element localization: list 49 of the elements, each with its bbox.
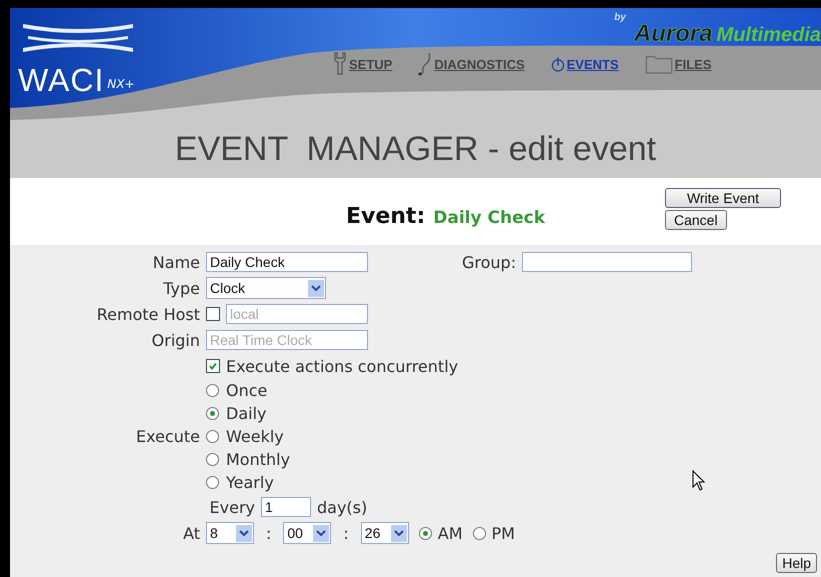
radio-label: Monthly — [226, 450, 290, 469]
radio-button[interactable] — [418, 526, 432, 540]
group-field[interactable] — [522, 252, 692, 272]
time-separator: : — [343, 524, 349, 542]
brand-name: Aurora — [634, 20, 713, 48]
radio-button[interactable] — [472, 526, 486, 540]
interval-field[interactable]: 1 — [261, 497, 311, 517]
type-dropdown[interactable]: Clock — [206, 277, 326, 299]
folder-icon — [644, 54, 673, 74]
brand-by: by — [614, 12, 626, 23]
radio-button[interactable] — [206, 430, 219, 443]
radio-button[interactable] — [206, 384, 219, 397]
checkbox-label: Execute actions concurrently — [226, 356, 458, 376]
cancel-button[interactable]: Cancel — [665, 210, 727, 230]
field-label: Group: — [462, 252, 516, 272]
radio-label: Weekly — [226, 427, 284, 446]
unit-label: day(s) — [317, 498, 368, 516]
wrench-icon — [333, 52, 347, 76]
field-label: Every — [208, 498, 255, 516]
second-dropdown[interactable]: 26 — [360, 522, 409, 544]
event-name: Daily Check — [433, 208, 545, 228]
field-label: Type — [162, 278, 200, 298]
radio-label: PM — [492, 524, 515, 542]
write-event-button[interactable]: Write Event — [665, 188, 781, 208]
help-button[interactable]: Help — [776, 553, 817, 573]
radio-button[interactable] — [206, 407, 219, 420]
name-field[interactable]: Daily Check — [206, 252, 368, 272]
logo-text: WACI — [18, 62, 104, 99]
radio-label: AM — [438, 524, 463, 542]
stethoscope-icon — [418, 52, 432, 76]
radio-label: Daily — [226, 404, 266, 423]
logo-suffix: NX+ — [107, 76, 135, 90]
radio-button[interactable] — [206, 476, 219, 489]
radio-label: Once — [226, 381, 268, 400]
brand-subtitle: Multimedia — [716, 24, 821, 47]
field-label: Name — [152, 252, 200, 272]
event-label: Event: — [346, 204, 426, 229]
checkbox[interactable] — [206, 359, 220, 373]
time-separator: : — [266, 524, 272, 542]
field-label: Execute — [135, 427, 200, 446]
mouse-cursor-icon — [692, 470, 706, 492]
page-title: EVENT MANAGER - edit event — [174, 130, 656, 168]
minute-dropdown[interactable]: 00 — [283, 522, 332, 544]
hour-dropdown[interactable]: 8 — [206, 522, 254, 544]
field-label: Remote Host — [96, 304, 200, 324]
radio-button[interactable] — [206, 453, 219, 466]
field-label: Origin — [150, 330, 200, 350]
radio-label: Yearly — [226, 473, 274, 492]
field-label: At — [182, 524, 200, 542]
